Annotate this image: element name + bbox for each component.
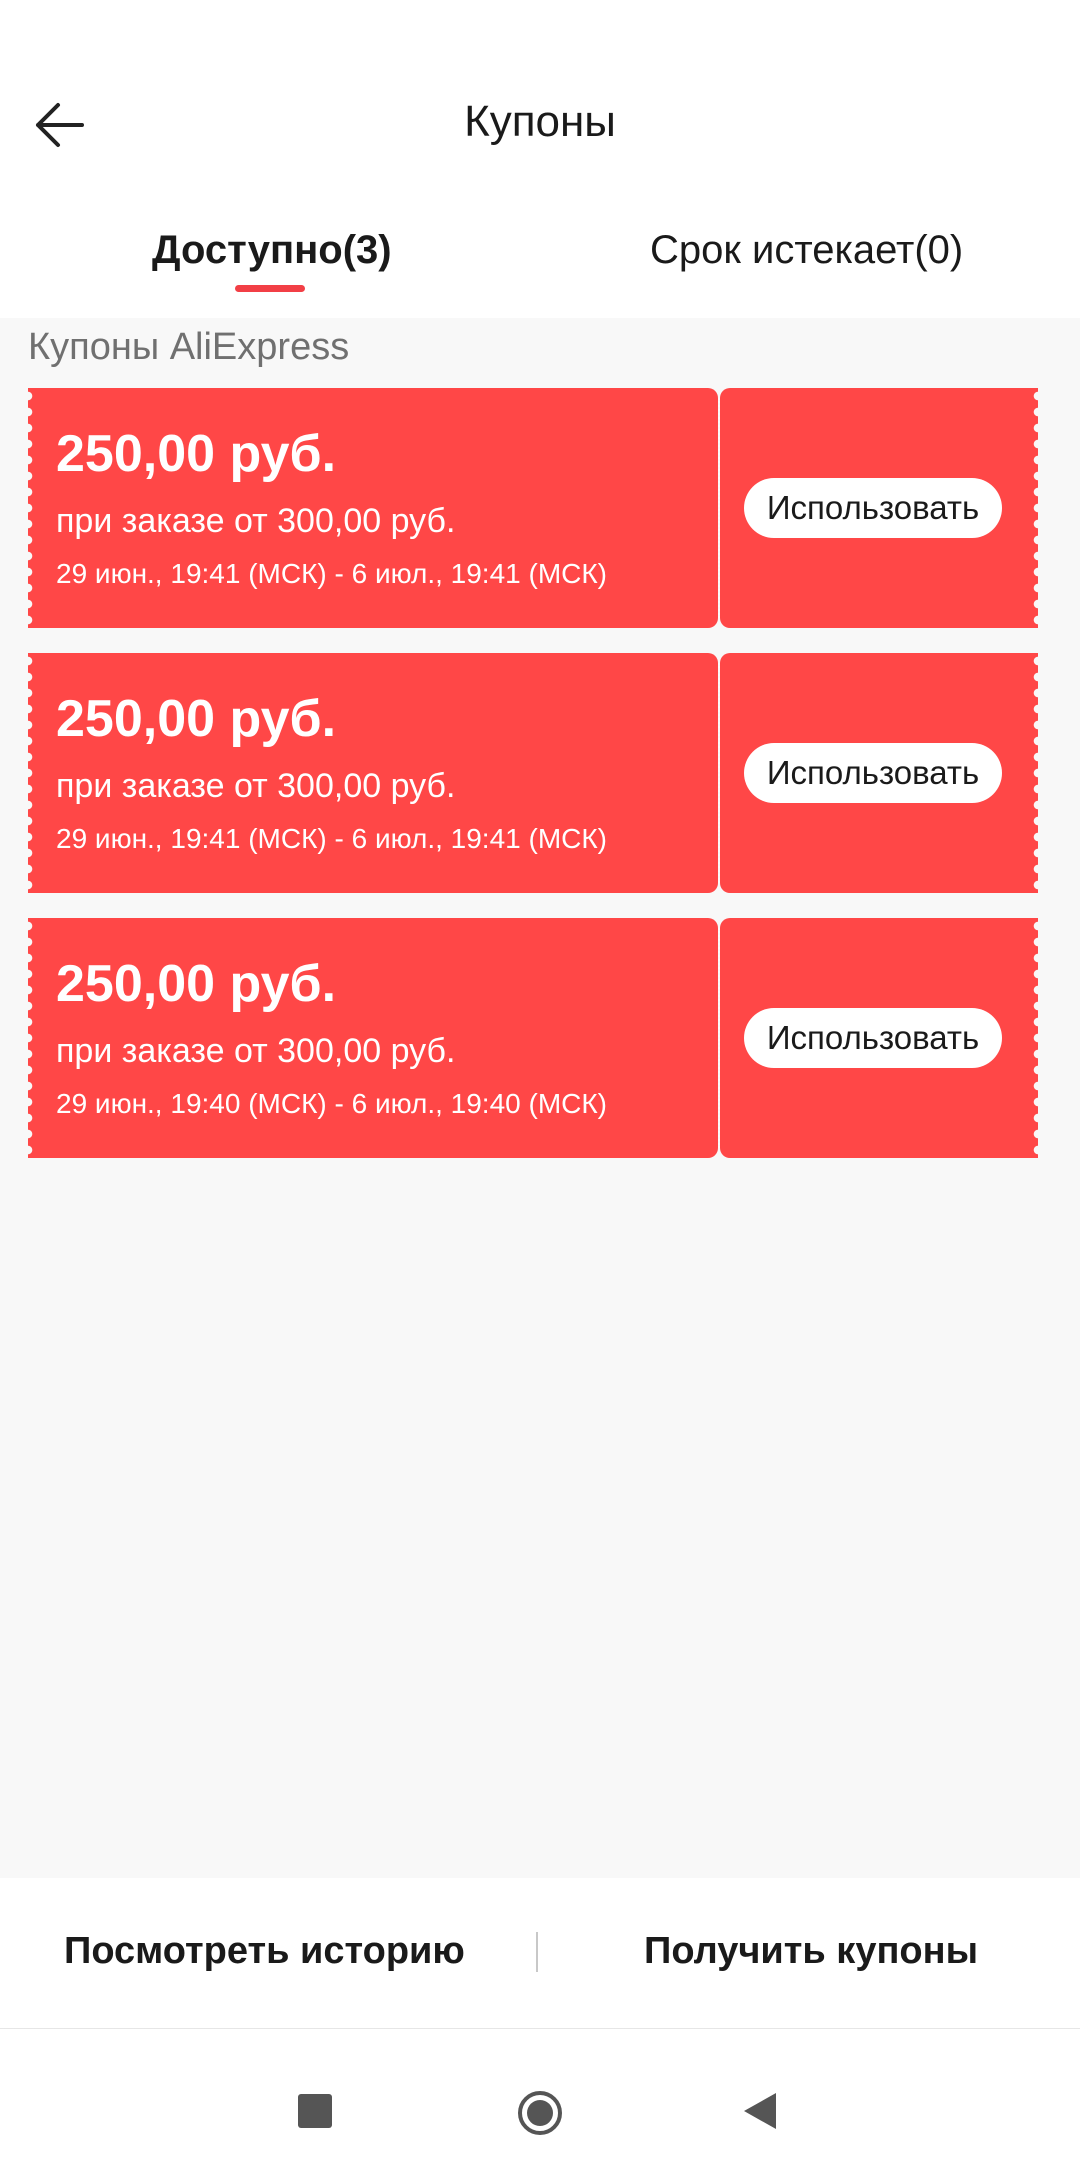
perforation	[1033, 918, 1043, 1158]
get-coupons-button[interactable]: Получить купоны	[644, 1930, 978, 1973]
perforation	[23, 653, 33, 893]
coupon-main: 250,00 руб. при заказе от 300,00 руб. 29…	[23, 918, 718, 1158]
coupon-side: Использовать	[720, 918, 1043, 1158]
coupon-period: 29 июн., 19:41 (МСК) - 6 июл., 19:41 (МС…	[56, 823, 608, 854]
system-nav-bar	[0, 2029, 1080, 2160]
top-app-bar: Купоны	[0, 0, 1080, 190]
tab-available[interactable]: Доступно(3)	[152, 228, 392, 273]
coupon-side: Использовать	[720, 388, 1043, 628]
use-coupon-button[interactable]: Использовать	[744, 478, 1002, 538]
active-tab-indicator	[235, 285, 305, 292]
coupon-card: 250,00 руб. при заказе от 300,00 руб. 29…	[23, 918, 1043, 1158]
home-circle-icon[interactable]	[516, 2089, 564, 2137]
bottom-action-bar: Посмотреть историю Получить купоны	[0, 1878, 1080, 2029]
perforation	[1033, 653, 1043, 893]
section-title: Купоны AliExpress	[28, 326, 350, 368]
use-coupon-button[interactable]: Использовать	[744, 743, 1002, 803]
coupon-condition: при заказе от 300,00 руб.	[56, 1032, 456, 1070]
perforation	[23, 388, 33, 628]
coupon-condition: при заказе от 300,00 руб.	[56, 502, 456, 540]
coupon-side: Использовать	[720, 653, 1043, 893]
coupon-card: 250,00 руб. при заказе от 300,00 руб. 29…	[23, 388, 1043, 628]
coupon-condition: при заказе от 300,00 руб.	[56, 767, 456, 805]
back-triangle-icon[interactable]	[742, 2091, 778, 2131]
coupon-amount: 250,00 руб.	[56, 690, 337, 748]
coupon-main: 250,00 руб. при заказе от 300,00 руб. 29…	[23, 653, 718, 893]
coupon-amount: 250,00 руб.	[56, 425, 337, 483]
recent-apps-icon[interactable]	[298, 2094, 332, 2128]
perforation	[1033, 388, 1043, 628]
use-coupon-button[interactable]: Использовать	[744, 1008, 1002, 1068]
view-history-button[interactable]: Посмотреть историю	[64, 1930, 465, 1973]
coupon-period: 29 июн., 19:41 (МСК) - 6 июл., 19:41 (МС…	[56, 558, 608, 589]
coupon-period: 29 июн., 19:40 (МСК) - 6 июл., 19:40 (МС…	[56, 1088, 608, 1119]
tab-bar: Доступно(3) Срок истекает(0)	[0, 190, 1080, 318]
perforation	[23, 918, 33, 1158]
coupon-card: 250,00 руб. при заказе от 300,00 руб. 29…	[23, 653, 1043, 893]
page-title: Купоны	[464, 97, 616, 146]
separator	[536, 1932, 538, 1972]
coupon-amount: 250,00 руб.	[56, 955, 337, 1013]
tab-expiring[interactable]: Срок истекает(0)	[650, 228, 963, 273]
coupon-main: 250,00 руб. при заказе от 300,00 руб. 29…	[23, 388, 718, 628]
